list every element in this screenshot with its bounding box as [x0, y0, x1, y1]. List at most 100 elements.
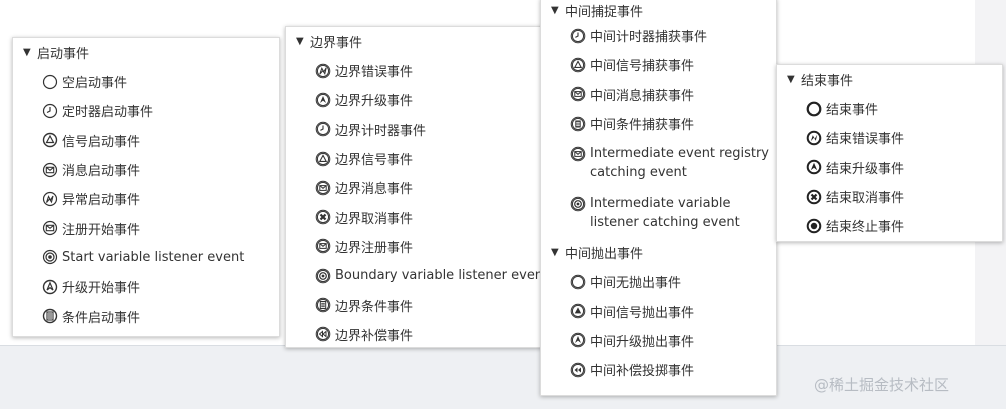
item-label: 边界信号事件 [335, 153, 414, 169]
chevron-down-icon: ▼ [296, 36, 304, 47]
variable-listener-icon [42, 250, 58, 265]
item-label: 异常启动事件 [62, 193, 141, 209]
compensation-icon [315, 327, 331, 342]
start-event-registry[interactable]: 注册开始事件 [13, 213, 279, 242]
escalation-icon [42, 279, 58, 294]
chevron-down-icon: ▼ [551, 4, 559, 16]
variable-listener-icon [570, 196, 586, 212]
boundary-events-panel: ▼ 边界事件 边界错误事件 边界升级事件 边界计时器事件 边界信号事件 边界消息… [285, 26, 548, 349]
registry-icon [570, 146, 586, 162]
timer-icon [42, 103, 58, 119]
catch-event-signal[interactable]: 中间信号捕获事件 [541, 50, 776, 79]
boundary-event-signal[interactable]: 边界信号事件 [286, 144, 541, 173]
boundary-events-header[interactable]: ▼ 边界事件 [286, 27, 541, 56]
message-icon [315, 180, 331, 196]
escalation-icon [315, 92, 331, 108]
start-event-timer[interactable]: 定时器启动事件 [13, 96, 279, 125]
catch-event-timer[interactable]: 中间计时器捕获事件 [541, 21, 776, 50]
start-event-none[interactable]: 空启动事件 [13, 67, 279, 96]
item-label: 升级开始事件 [62, 281, 141, 297]
end-event-none[interactable]: 结束事件 [777, 94, 1002, 123]
item-label: 边界消息事件 [335, 182, 414, 198]
chevron-down-icon: ▼ [551, 247, 559, 259]
start-event-conditional[interactable]: 条件启动事件 [13, 301, 279, 330]
boundary-event-cancel[interactable]: 边界取消事件 [286, 202, 541, 231]
group-title: 中间捕捉事件 [565, 4, 644, 20]
item-label: 中间补偿投掷事件 [590, 364, 695, 380]
boundary-event-variable-listener[interactable]: Boundary variable listener event [286, 261, 548, 290]
error-icon [806, 130, 822, 146]
throw-event-compensation[interactable]: 中间补偿投掷事件 [541, 355, 776, 384]
boundary-event-timer[interactable]: 边界计时器事件 [286, 115, 541, 144]
item-label: Intermediate event registry catching eve… [590, 146, 769, 181]
item-label: Intermediate variable listener catching … [590, 196, 740, 231]
end-event-terminate[interactable]: 结束终止事件 [777, 211, 1002, 240]
item-label: 边界注册事件 [335, 240, 414, 256]
registry-icon [42, 221, 58, 236]
start-event-message[interactable]: 消息启动事件 [13, 155, 279, 184]
item-label: 结束终止事件 [826, 220, 905, 236]
group-title: 结束事件 [801, 74, 854, 89]
end-events-header[interactable]: ▼ 结束事件 [777, 65, 1002, 94]
error-icon [42, 191, 58, 206]
throw-none-icon [570, 274, 586, 290]
variable-listener-icon [315, 268, 331, 284]
item-label: 中间信号抛出事件 [590, 305, 695, 321]
timer-icon [315, 121, 331, 137]
start-none-icon [42, 74, 58, 89]
item-label: 中间升级抛出事件 [590, 334, 695, 350]
end-event-cancel[interactable]: 结束取消事件 [777, 182, 1002, 211]
item-label: 边界升级事件 [335, 94, 414, 110]
item-label: 定时器启动事件 [62, 105, 154, 121]
item-label: Start variable listener event [62, 249, 245, 265]
start-events-header[interactable]: ▼ 启动事件 [13, 38, 279, 67]
intermediate-throw-header[interactable]: ▼ 中间抛出事件 [541, 238, 776, 267]
item-label: 条件启动事件 [62, 310, 141, 326]
message-icon [42, 162, 58, 177]
group-title: 启动事件 [37, 47, 90, 62]
start-events-panel: ▼ 启动事件 空启动事件 定时器启动事件 信号启动事件 消息启动事件 异常启动事… [12, 37, 280, 337]
error-icon [315, 63, 331, 78]
end-event-error[interactable]: 结束错误事件 [777, 123, 1002, 152]
signal-icon [42, 133, 58, 148]
catch-event-message[interactable]: 中间消息捕获事件 [541, 80, 776, 109]
item-label: 边界错误事件 [335, 65, 414, 81]
escalation-icon [570, 333, 586, 348]
boundary-event-conditional[interactable]: 边界条件事件 [286, 290, 541, 319]
boundary-event-compensation[interactable]: 边界补偿事件 [286, 320, 541, 349]
end-event-escalation[interactable]: 结束升级事件 [777, 153, 1002, 182]
boundary-event-registry[interactable]: 边界注册事件 [286, 232, 541, 261]
item-label: 中间消息捕获事件 [590, 88, 695, 104]
item-label: 边界取消事件 [335, 211, 414, 227]
signal-icon [315, 151, 331, 166]
throw-event-escalation[interactable]: 中间升级抛出事件 [541, 326, 776, 355]
watermark: @稀土掘金技术社区 [814, 376, 950, 394]
start-event-escalation[interactable]: 升级开始事件 [13, 272, 279, 301]
end-events-panel: ▼ 结束事件 结束事件 结束错误事件 结束升级事件 结束取消事件 结束终止事件 [776, 64, 1003, 242]
throw-event-none[interactable]: 中间无抛出事件 [541, 267, 776, 296]
item-label: 中间计时器捕获事件 [590, 30, 708, 46]
intermediate-catch-header[interactable]: ▼ 中间捕捉事件 [541, 0, 776, 21]
start-event-signal[interactable]: 信号启动事件 [13, 126, 279, 155]
conditional-icon [570, 116, 586, 131]
start-event-error[interactable]: 异常启动事件 [13, 184, 279, 213]
item-label: 边界计时器事件 [335, 123, 427, 139]
start-event-variable-listener[interactable]: Start variable listener event [13, 243, 279, 272]
item-label: Boundary variable listener event [335, 268, 549, 284]
signal-icon [570, 303, 586, 319]
item-label: 空启动事件 [62, 76, 128, 92]
cancel-icon [806, 189, 822, 204]
item-label: 边界条件事件 [335, 299, 414, 315]
terminate-icon [806, 218, 822, 234]
escalation-icon [806, 159, 822, 175]
item-label: 结束升级事件 [826, 161, 905, 177]
catch-event-conditional[interactable]: 中间条件捕获事件 [541, 109, 776, 138]
item-label: 中间无抛出事件 [590, 276, 682, 292]
item-label: 边界补偿事件 [335, 328, 414, 344]
catch-event-variable-listener[interactable]: Intermediate variable listener catching … [541, 188, 776, 238]
boundary-event-message[interactable]: 边界消息事件 [286, 173, 541, 202]
throw-event-signal[interactable]: 中间信号抛出事件 [541, 296, 776, 325]
catch-event-registry[interactable]: Intermediate event registry catching eve… [541, 138, 776, 188]
boundary-event-error[interactable]: 边界错误事件 [286, 56, 541, 85]
boundary-event-escalation[interactable]: 边界升级事件 [286, 85, 541, 114]
